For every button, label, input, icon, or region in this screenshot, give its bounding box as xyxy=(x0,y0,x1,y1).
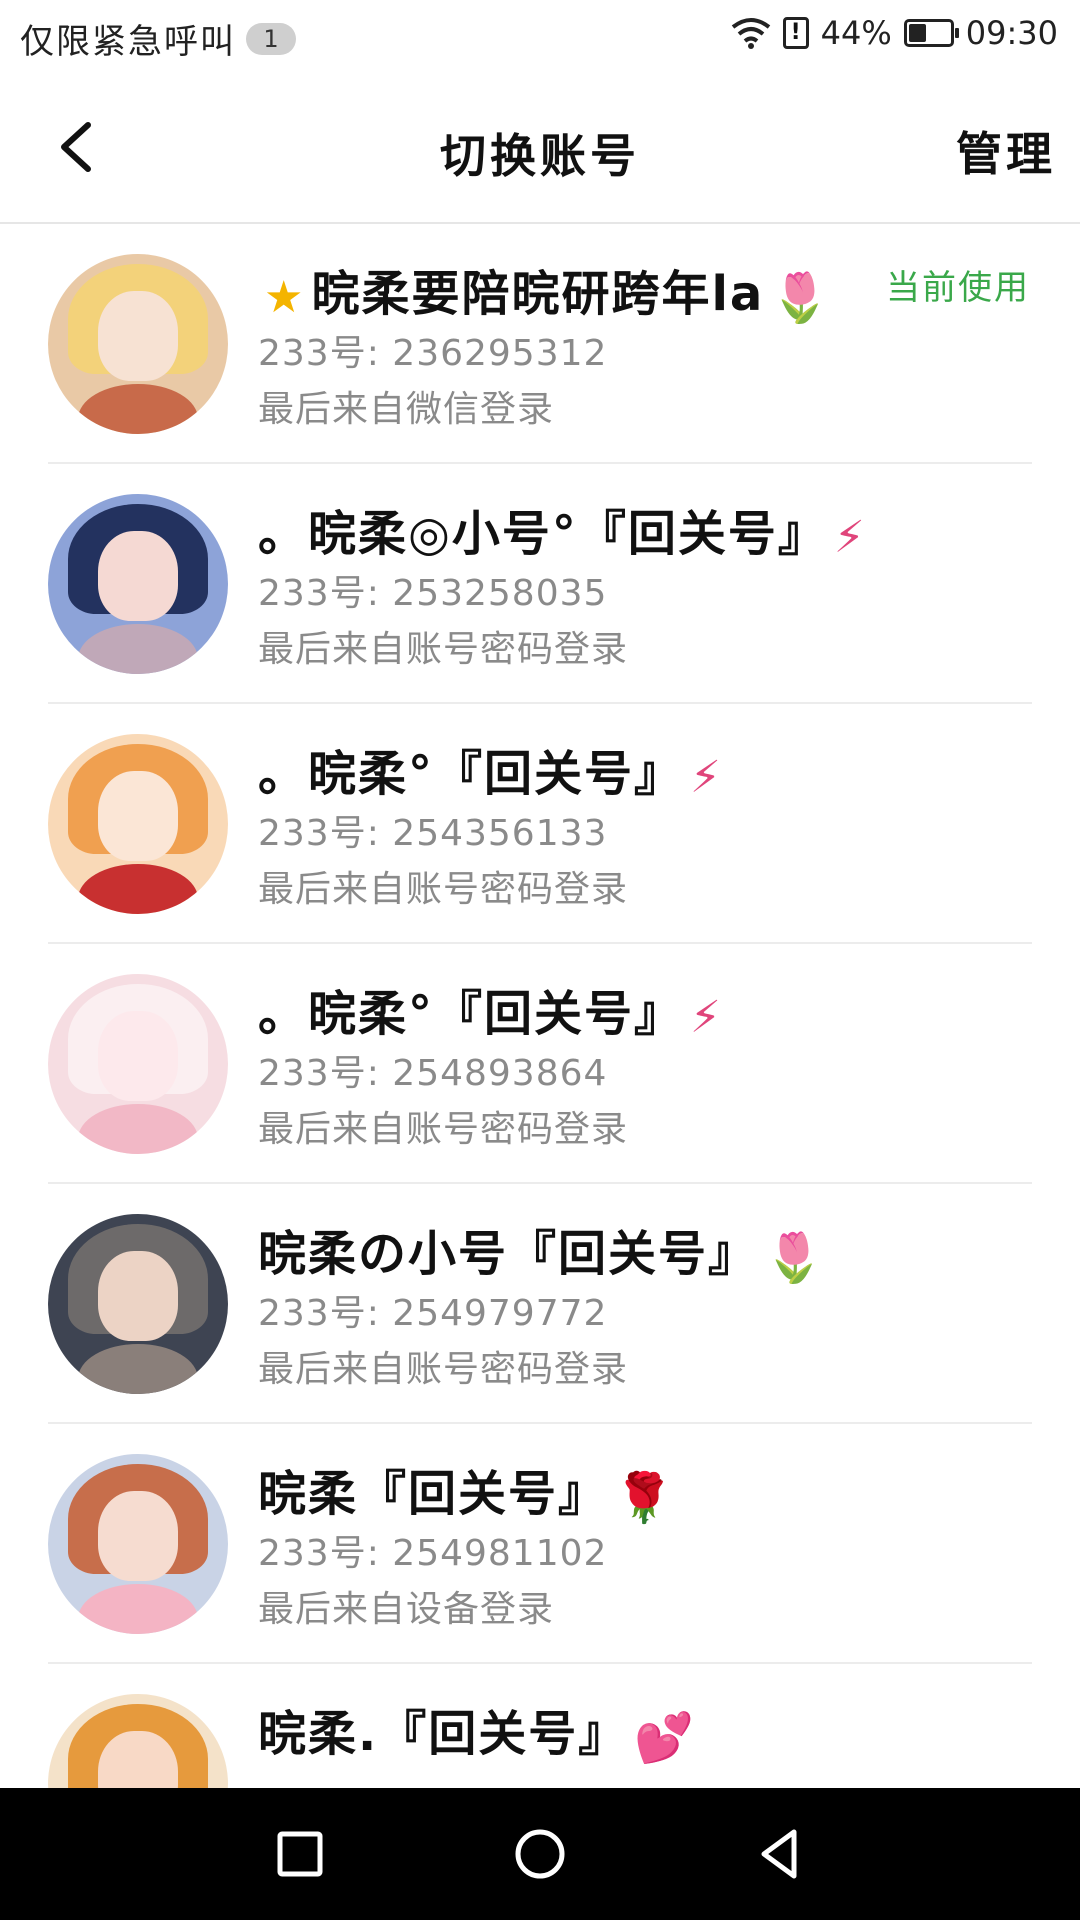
battery-icon xyxy=(903,19,959,47)
account-name: 。晥柔°『回关号』 ⚡ xyxy=(258,746,723,803)
login-source: 最后来自账号密码登录 xyxy=(258,629,629,670)
sim-badge: 1 xyxy=(246,22,296,55)
account-id: 233号: 253258035 xyxy=(258,573,608,614)
header: 切换账号 管理 xyxy=(0,72,1080,224)
account-name: 晥柔.『回关号』 💕 xyxy=(258,1706,697,1766)
page-title: 切换账号 xyxy=(440,129,640,183)
avatar xyxy=(48,734,228,914)
account-id: 233号: 254981102 xyxy=(258,1533,608,1574)
zigzag-icon: ⚡ xyxy=(690,991,723,1043)
account-row[interactable]: ★ 晥柔要陪晥研跨年la 🌷 当前使用 233号: 236295312 最后来自微信… xyxy=(0,224,1080,464)
login-source: 最后来自账号密码登录 xyxy=(258,1109,629,1150)
zigzag-icon: ⚡ xyxy=(833,511,867,563)
nav-bar xyxy=(0,1788,1080,1920)
account-row[interactable]: 。晥柔°『回关号』 ⚡ 233号: 254893864 最后来自账号密码登录 xyxy=(0,944,1080,1184)
battery-fill xyxy=(908,24,927,42)
status-right: ! 44% 09:30 xyxy=(731,14,1058,52)
tulip-icon: 🌷 xyxy=(764,1229,826,1286)
account-id: 233号: 254356133 xyxy=(258,813,608,854)
account-row[interactable]: 晥柔の小号『回关号』 🌷 233号: 254979772 最后来自账号密码登录 xyxy=(0,1184,1080,1424)
status-bar: 仅限紧急呼叫 1 ! 44% 09:30 xyxy=(0,0,1080,72)
triangle-back-icon[interactable] xyxy=(750,1824,810,1884)
account-id: 233号: 254979772 xyxy=(258,1293,608,1334)
wifi-icon xyxy=(731,18,770,49)
avatar xyxy=(48,1214,228,1394)
zigzag-icon: ⚡ xyxy=(690,751,723,803)
two-hearts-icon: 💕 xyxy=(634,1709,697,1766)
account-name: ★ 晥柔要陪晥研跨年la 🌷 xyxy=(264,266,833,326)
circle-icon[interactable] xyxy=(510,1824,570,1884)
carrier-text: 仅限紧急呼叫 xyxy=(20,22,236,62)
battery-percent: 44% xyxy=(820,14,892,52)
account-id: 233号: 254893864 xyxy=(258,1053,608,1094)
alert-icon: ! xyxy=(782,17,809,49)
account-row[interactable]: 。晥柔◎小号°『回关号』 ⚡ 233号: 253258035 最后来自账号密码登录 xyxy=(0,464,1080,704)
login-source: 最后来自账号密码登录 xyxy=(258,869,629,910)
account-name: 晥柔の小号『回关号』 🌷 xyxy=(258,1226,826,1286)
manage-button[interactable]: 管理 xyxy=(956,118,1056,184)
account-id: 233号: 236295312 xyxy=(258,333,608,374)
tulip-icon: 🌷 xyxy=(770,269,833,326)
square-icon[interactable] xyxy=(270,1824,330,1884)
login-source: 最后来自设备登录 xyxy=(258,1589,555,1630)
account-name: 晥柔『回关号』 🌹 xyxy=(258,1466,676,1526)
account-row[interactable]: 晥柔『回关号』 🌹 233号: 254981102 最后来自设备登录 xyxy=(0,1424,1080,1664)
login-source: 最后来自账号密码登录 xyxy=(258,1349,629,1390)
avatar xyxy=(48,974,228,1154)
current-use-label: 当前使用 xyxy=(886,268,1030,308)
status-left: 仅限紧急呼叫 1 xyxy=(20,14,296,63)
rose-icon: 🌹 xyxy=(614,1469,676,1526)
account-name: 。晥柔◎小号°『回关号』 ⚡ xyxy=(258,506,867,563)
shooting-star-icon: ★ xyxy=(264,271,306,323)
account-row[interactable]: 。晥柔°『回关号』 ⚡ 233号: 254356133 最后来自账号密码登录 xyxy=(0,704,1080,944)
clock: 09:30 xyxy=(965,14,1058,52)
account-list: ★ 晥柔要陪晥研跨年la 🌷 当前使用 233号: 236295312 最后来自微信… xyxy=(0,224,1080,1904)
avatar xyxy=(48,254,228,434)
account-name: 。晥柔°『回关号』 ⚡ xyxy=(258,986,723,1043)
login-source: 最后来自微信登录 xyxy=(258,389,555,430)
avatar xyxy=(48,1454,228,1634)
avatar xyxy=(48,494,228,674)
